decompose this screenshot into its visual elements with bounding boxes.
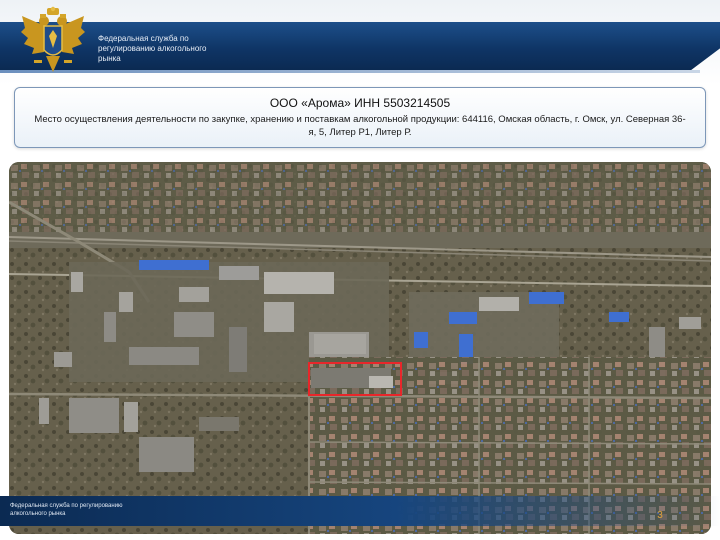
- site-highlight-rectangle: [308, 362, 402, 396]
- site-highlight-layer: [308, 362, 402, 396]
- page-number: 3: [657, 510, 663, 521]
- footer-service-name: Федеральная служба по регулированию алко…: [10, 503, 123, 517]
